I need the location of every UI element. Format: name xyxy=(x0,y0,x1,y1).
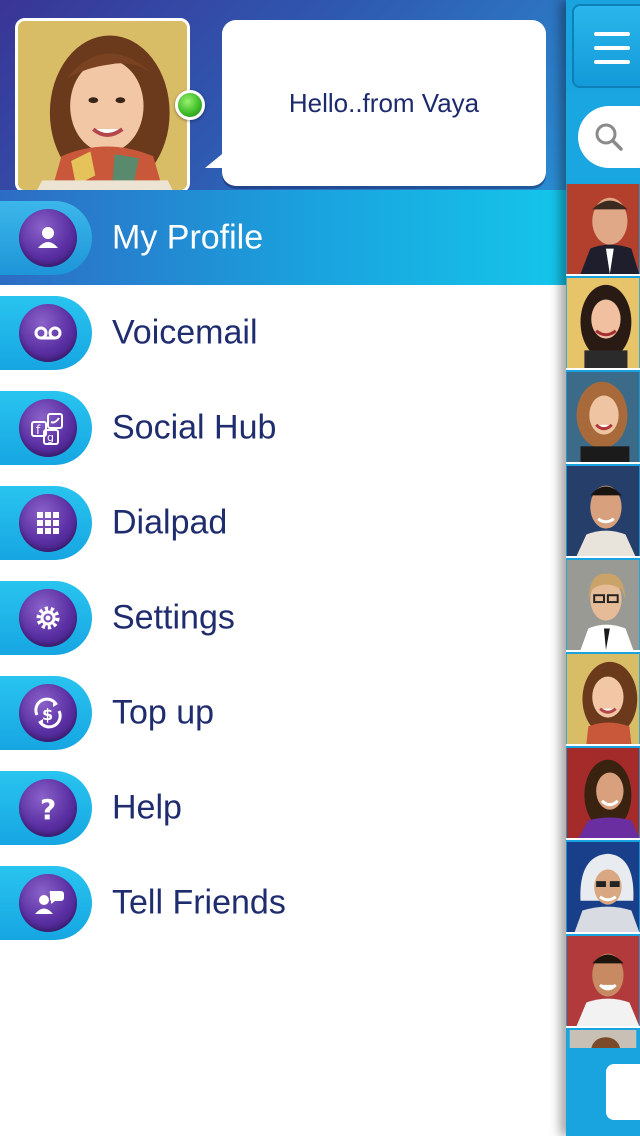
profile-header: Hello..from Vaya xyxy=(0,0,566,200)
menu-item-label: Voicemail xyxy=(112,313,258,351)
menu-item-dialpad[interactable]: Dialpad xyxy=(0,475,566,570)
menu-item-label: Settings xyxy=(112,598,235,636)
contact-thumbnail[interactable] xyxy=(566,842,640,934)
navigation-drawer: Hello..from Vaya My Profile Voicemail f … xyxy=(0,0,566,1136)
tell-friends-icon xyxy=(19,874,77,932)
dollar-refresh-icon: $ xyxy=(19,684,77,742)
menu-item-label: Top up xyxy=(112,693,215,731)
status-message-bubble[interactable]: Hello..from Vaya xyxy=(222,20,546,186)
contact-thumbnail[interactable] xyxy=(566,372,640,464)
menu-item-label: Dialpad xyxy=(112,503,228,541)
menu-item-label: Help xyxy=(112,788,182,826)
menu-item-my-profile[interactable]: My Profile xyxy=(0,190,566,285)
gear-icon xyxy=(19,589,77,647)
dialpad-icon xyxy=(19,494,77,552)
contact-thumbnail[interactable] xyxy=(566,278,640,370)
menu-item-help[interactable]: ? Help xyxy=(0,760,566,855)
status-message-text: Hello..from Vaya xyxy=(288,87,480,118)
contact-thumbnail[interactable] xyxy=(566,748,640,840)
person-icon xyxy=(19,209,77,267)
menu-item-social-hub[interactable]: f g Social Hub xyxy=(0,380,566,475)
menu-item-top-up[interactable]: $ Top up xyxy=(0,665,566,760)
contact-thumbnail[interactable] xyxy=(566,1030,640,1050)
contact-thumbnail[interactable] xyxy=(566,466,640,558)
hamburger-icon xyxy=(594,32,630,36)
menu-item-label: Social Hub xyxy=(112,408,277,446)
bottom-toolbar xyxy=(566,1048,640,1136)
svg-text:?: ? xyxy=(40,793,56,826)
contact-thumbnail[interactable] xyxy=(566,184,640,276)
menu-item-settings[interactable]: Settings xyxy=(0,570,566,665)
avatar-photo xyxy=(18,21,187,190)
contact-thumbnail[interactable] xyxy=(566,654,640,746)
online-status-indicator xyxy=(175,90,205,120)
svg-text:f: f xyxy=(36,423,41,437)
hamburger-icon-bar xyxy=(594,46,630,50)
voicemail-icon xyxy=(19,304,77,362)
question-icon: ? xyxy=(19,779,77,837)
menu-item-voicemail[interactable]: Voicemail xyxy=(0,285,566,380)
profile-avatar[interactable] xyxy=(15,18,190,193)
contact-thumbnail[interactable] xyxy=(566,936,640,1028)
search-input[interactable] xyxy=(578,106,640,168)
svg-text:$: $ xyxy=(42,705,53,724)
bottom-action-button[interactable] xyxy=(606,1064,640,1120)
menu-item-label: Tell Friends xyxy=(112,883,286,921)
menu-item-tell-friends[interactable]: Tell Friends xyxy=(0,855,566,950)
contacts-main-panel xyxy=(566,0,640,1136)
social-hub-icon: f g xyxy=(19,399,77,457)
search-icon xyxy=(595,123,623,151)
search-bar xyxy=(566,92,640,182)
hamburger-icon-bar xyxy=(594,60,630,64)
menu-item-label: My Profile xyxy=(112,218,264,256)
hamburger-menu-button[interactable] xyxy=(572,4,640,88)
contact-thumbnail[interactable] xyxy=(566,560,640,652)
svg-text:g: g xyxy=(47,431,54,444)
